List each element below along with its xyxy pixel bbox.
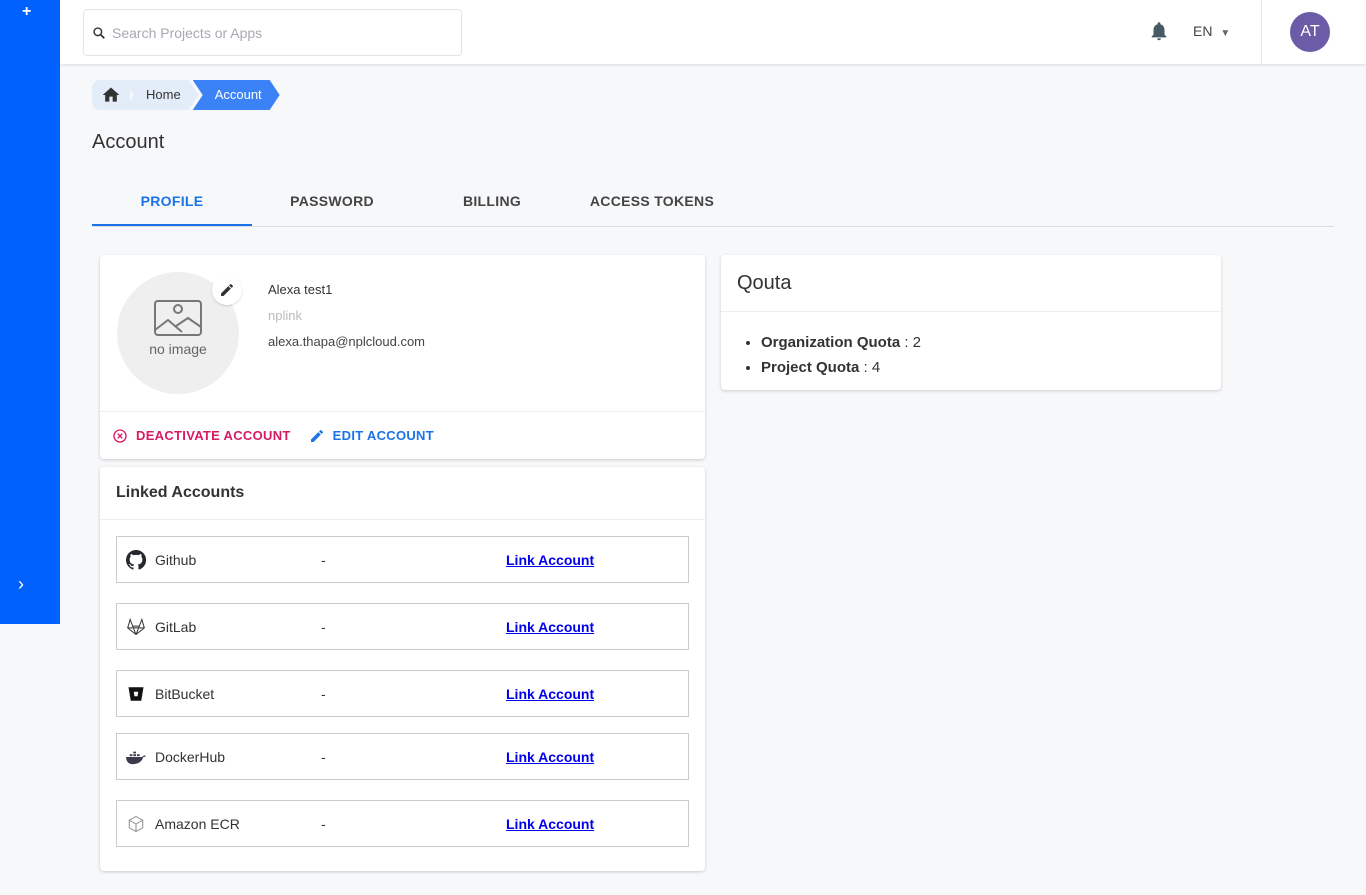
quota-value: : 4 (859, 359, 881, 376)
plus-icon[interactable]: + (22, 3, 31, 21)
link-account-github[interactable]: Link Account (506, 552, 594, 568)
language-label: EN (1193, 23, 1213, 39)
account-value: - (321, 748, 326, 765)
home-icon (102, 87, 120, 102)
linked-account-row: GitLab - Link Account (116, 603, 689, 650)
linked-account-row: Amazon ECR - Link Account (116, 800, 689, 847)
pencil-icon (221, 283, 233, 296)
account-value: - (321, 618, 326, 635)
profile-card: no image Alexa test1 nplink alexa.thapa@… (100, 255, 705, 459)
profile-organization: nplink (268, 308, 302, 323)
quota-title: Qouta (721, 255, 1221, 312)
amazon-ecr-icon (128, 815, 144, 832)
link-account-amazon-ecr[interactable]: Link Account (506, 816, 594, 832)
linked-accounts-card: Linked Accounts Github - Link Account Gi… (100, 467, 705, 871)
account-value: - (321, 551, 326, 568)
account-name: DockerHub (155, 748, 226, 765)
linked-account-row: BitBucket - Link Account (116, 670, 689, 717)
profile-email: alexa.thapa@nplcloud.com (268, 334, 426, 349)
tabs: PROFILE PASSWORD BILLING ACCESS TOKENS (92, 180, 1334, 227)
linked-account-row: Github - Link Account (116, 536, 689, 583)
link-account-bitbucket[interactable]: Link Account (506, 686, 594, 702)
avatar[interactable]: AT (1290, 12, 1330, 52)
profile-name: Alexa test1 (268, 282, 333, 297)
breadcrumb-item-account: Account (193, 80, 280, 110)
deactivate-account-button[interactable]: DEACTIVATE ACCOUNT (112, 428, 291, 444)
docker-icon (126, 751, 146, 764)
caret-down-icon: ▼ (1220, 28, 1231, 39)
tab-billing[interactable]: BILLING (412, 180, 572, 226)
search-box (83, 9, 462, 56)
quota-item: Organization Quota : 2 (761, 330, 1221, 355)
edit-label: EDIT ACCOUNT (332, 428, 434, 443)
bitbucket-icon (128, 686, 144, 701)
chevron-right-icon[interactable]: › (18, 574, 24, 595)
account-name: BitBucket (155, 685, 215, 702)
edit-account-button[interactable]: EDIT ACCOUNT (309, 428, 434, 444)
no-image-label: no image (149, 341, 207, 357)
deactivate-label: DEACTIVATE ACCOUNT (136, 428, 291, 443)
divider (1261, 0, 1262, 64)
bell-icon[interactable] (1148, 20, 1170, 42)
linked-accounts-title: Linked Accounts (100, 467, 705, 520)
breadcrumb: Home Account (92, 80, 280, 110)
search-input[interactable] (112, 24, 442, 41)
github-icon (126, 549, 146, 570)
tab-profile[interactable]: PROFILE (92, 180, 252, 226)
account-name: Github (155, 551, 197, 568)
quota-label: Organization Quota (761, 334, 901, 351)
breadcrumb-item-home[interactable]: Home (124, 80, 199, 110)
quota-label: Project Quota (761, 359, 860, 376)
cancel-circle-icon (113, 428, 127, 443)
search-icon (93, 26, 105, 39)
page-title: Account (92, 131, 165, 153)
account-name: Amazon ECR (155, 815, 240, 832)
linked-account-row: DockerHub - Link Account (116, 733, 689, 780)
breadcrumb-home[interactable] (92, 80, 130, 110)
language-select[interactable]: EN ▼ (1193, 23, 1230, 39)
sidebar: + › (0, 0, 60, 624)
gitlab-icon (127, 617, 145, 635)
tab-password[interactable]: PASSWORD (252, 180, 412, 226)
quota-value: : 2 (900, 334, 922, 351)
account-name: GitLab (155, 618, 197, 635)
account-value: - (321, 815, 326, 832)
tab-access-tokens[interactable]: ACCESS TOKENS (572, 180, 732, 226)
pencil-icon (310, 429, 323, 442)
quota-item: Project Quota : 4 (761, 355, 1221, 380)
link-account-gitlab[interactable]: Link Account (506, 619, 594, 635)
edit-picture-button[interactable] (212, 275, 242, 305)
topbar: EN ▼ AT (60, 0, 1366, 64)
quota-card: Qouta Organization Quota : 2 Project Quo… (721, 255, 1221, 390)
account-value: - (321, 685, 326, 702)
image-placeholder-icon (154, 300, 202, 336)
link-account-dockerhub[interactable]: Link Account (506, 749, 594, 765)
